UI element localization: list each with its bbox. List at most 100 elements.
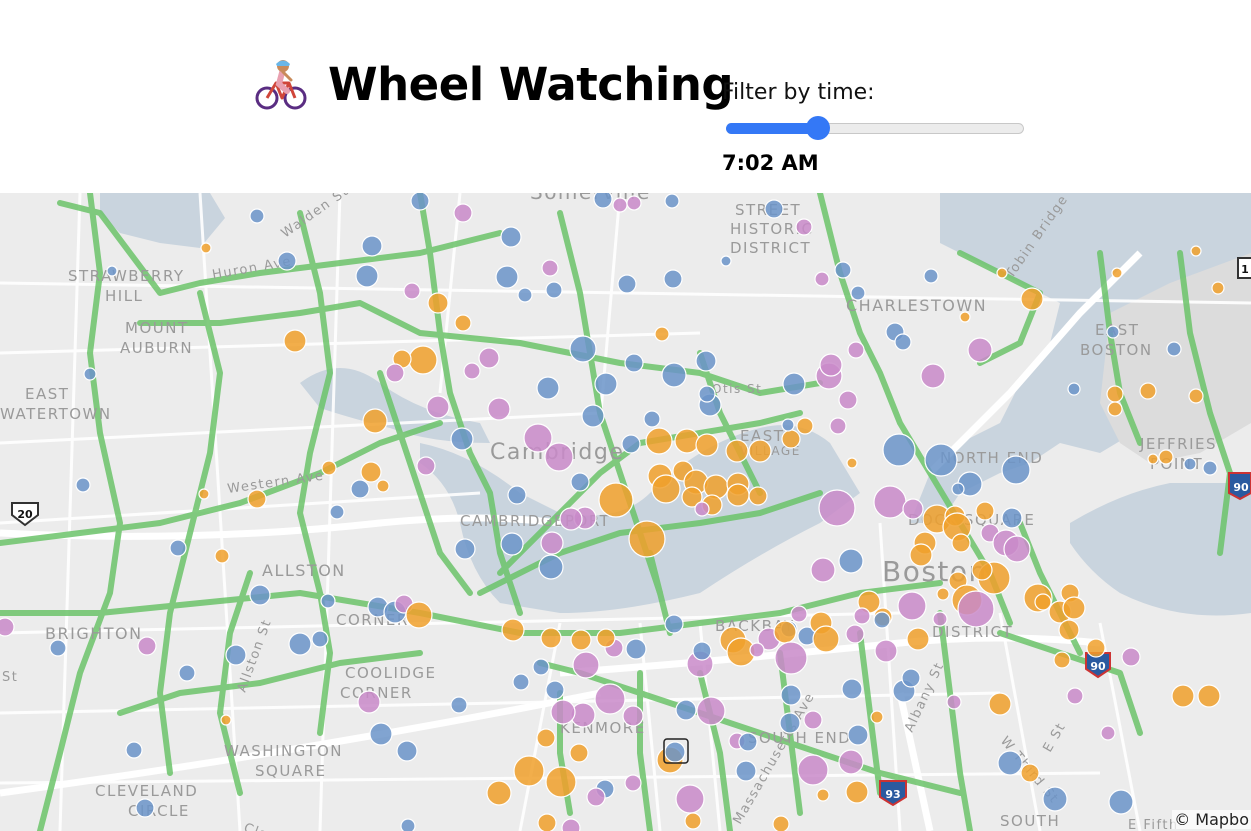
station-marker[interactable] — [540, 531, 564, 555]
station-marker[interactable] — [810, 557, 836, 583]
station-marker[interactable] — [772, 815, 790, 831]
station-marker[interactable] — [1188, 388, 1204, 404]
station-marker[interactable] — [735, 760, 757, 782]
station-marker[interactable] — [355, 264, 379, 288]
station-marker[interactable] — [957, 590, 995, 628]
station-marker[interactable] — [816, 788, 830, 802]
station-marker[interactable] — [545, 281, 563, 299]
station-marker[interactable] — [507, 485, 527, 505]
station-marker[interactable] — [169, 539, 187, 557]
station-marker[interactable] — [790, 605, 808, 623]
station-marker[interactable] — [897, 591, 927, 621]
station-marker[interactable] — [873, 611, 891, 629]
station-marker[interactable] — [453, 203, 473, 223]
station-marker[interactable] — [569, 743, 589, 763]
station-marker[interactable] — [396, 740, 418, 762]
station-marker[interactable] — [357, 690, 381, 714]
station-marker[interactable] — [0, 617, 15, 637]
station-marker[interactable] — [532, 658, 550, 676]
station-marker[interactable] — [870, 710, 884, 724]
station-marker[interactable] — [1166, 341, 1182, 357]
station-marker[interactable] — [537, 813, 557, 831]
station-marker[interactable] — [454, 314, 472, 332]
station-marker[interactable] — [486, 780, 512, 806]
station-marker[interactable] — [997, 750, 1023, 776]
station-marker[interactable] — [959, 311, 971, 323]
station-marker[interactable] — [967, 337, 993, 363]
station-marker[interactable] — [749, 642, 765, 658]
station-marker[interactable] — [661, 362, 687, 388]
station-marker[interactable] — [654, 326, 670, 342]
station-marker[interactable] — [909, 543, 933, 567]
station-marker[interactable] — [376, 479, 390, 493]
station-marker[interactable] — [570, 629, 592, 651]
station-marker[interactable] — [617, 274, 637, 294]
station-marker[interactable] — [664, 193, 680, 209]
station-marker[interactable] — [774, 641, 808, 675]
station-marker[interactable] — [624, 774, 642, 792]
station-marker[interactable] — [288, 632, 312, 656]
station-marker[interactable] — [818, 489, 856, 527]
map-svg[interactable]: Somerville STREET HISTORIC DISTRICT STRA… — [0, 193, 1251, 831]
station-marker[interactable] — [873, 485, 907, 519]
station-marker[interactable] — [501, 618, 525, 642]
station-marker[interactable] — [1066, 687, 1084, 705]
station-marker[interactable] — [225, 644, 247, 666]
station-marker[interactable] — [829, 417, 847, 435]
station-marker[interactable] — [725, 439, 749, 463]
station-marker[interactable] — [738, 732, 758, 752]
station-marker[interactable] — [664, 614, 684, 634]
station-marker[interactable] — [360, 461, 382, 483]
station-marker[interactable] — [795, 218, 813, 236]
station-marker[interactable] — [628, 520, 666, 558]
station-marker[interactable] — [478, 347, 500, 369]
station-marker[interactable] — [694, 501, 710, 517]
station-marker[interactable] — [329, 504, 345, 520]
station-marker[interactable] — [924, 443, 958, 477]
station-marker[interactable] — [249, 208, 265, 224]
station-marker[interactable] — [545, 766, 577, 798]
station-marker[interactable] — [405, 601, 433, 629]
station-marker[interactable] — [198, 488, 210, 500]
station-marker[interactable] — [1158, 449, 1174, 465]
station-marker[interactable] — [803, 710, 823, 730]
station-marker[interactable] — [450, 427, 474, 451]
station-marker[interactable] — [838, 749, 864, 775]
station-marker[interactable] — [1003, 535, 1031, 563]
station-marker[interactable] — [850, 285, 866, 301]
station-marker[interactable] — [698, 385, 716, 403]
station-marker[interactable] — [797, 754, 829, 786]
station-marker[interactable] — [841, 678, 863, 700]
station-marker[interactable] — [570, 472, 590, 492]
station-marker[interactable] — [1034, 593, 1052, 611]
station-marker[interactable] — [1183, 457, 1197, 471]
station-marker[interactable] — [536, 728, 556, 748]
station-marker[interactable] — [544, 442, 574, 472]
station-marker[interactable] — [214, 548, 230, 564]
station-marker[interactable] — [410, 193, 430, 211]
station-marker[interactable] — [513, 755, 545, 787]
station-marker[interactable] — [403, 282, 421, 300]
station-marker[interactable] — [596, 628, 616, 648]
station-marker[interactable] — [874, 639, 898, 663]
station-marker[interactable] — [814, 271, 830, 287]
map-canvas[interactable]: Somerville STREET HISTORIC DISTRICT STRA… — [0, 193, 1251, 831]
station-marker[interactable] — [748, 486, 768, 506]
station-marker[interactable] — [545, 680, 565, 700]
station-marker[interactable] — [796, 417, 814, 435]
station-marker[interactable] — [920, 363, 946, 389]
station-marker[interactable] — [495, 265, 519, 289]
map-attribution[interactable]: © Mapbo — [1172, 810, 1251, 829]
station-marker[interactable] — [1042, 786, 1068, 812]
station-marker[interactable] — [536, 376, 560, 400]
station-marker[interactable] — [1111, 267, 1123, 279]
station-marker[interactable] — [902, 498, 924, 520]
station-marker[interactable] — [621, 434, 641, 454]
station-marker[interactable] — [847, 724, 869, 746]
station-marker[interactable] — [946, 694, 962, 710]
station-marker[interactable] — [624, 353, 644, 373]
station-marker[interactable] — [572, 651, 600, 679]
station-marker[interactable] — [538, 554, 564, 580]
station-marker[interactable] — [581, 404, 605, 428]
station-marker[interactable] — [487, 397, 511, 421]
